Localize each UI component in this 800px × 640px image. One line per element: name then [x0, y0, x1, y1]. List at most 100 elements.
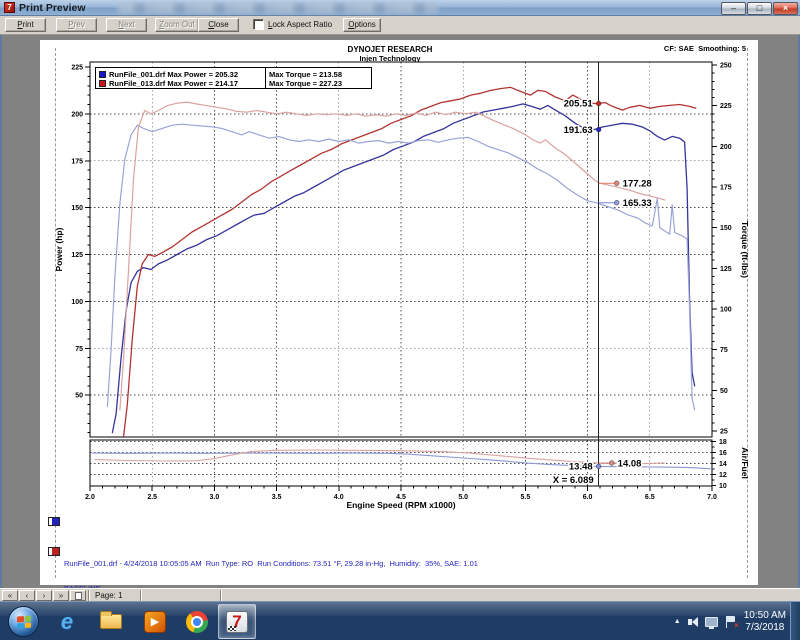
svg-text:50: 50 — [720, 388, 728, 395]
screen: 7 Print Preview – □ × Print Prev Next Zo… — [0, 0, 800, 640]
svg-text:125: 125 — [720, 266, 732, 273]
report-page: DYNOJET RESEARCH Injen Technology CF: SA… — [40, 40, 758, 585]
next-button[interactable]: Next — [106, 18, 147, 32]
last-page-button[interactable]: » — [53, 590, 69, 601]
svg-text:4.0: 4.0 — [334, 494, 344, 501]
taskbar-icon-media-player[interactable]: ▶ — [136, 604, 174, 639]
svg-text:2.0: 2.0 — [85, 494, 95, 501]
system-tray: ▲ × 10:50 AM 7/3/2018 — [674, 602, 786, 640]
svg-text:75: 75 — [720, 347, 728, 354]
svg-text:3.0: 3.0 — [210, 494, 220, 501]
svg-text:200: 200 — [720, 144, 732, 151]
cursor-value-label: 177.28 — [623, 178, 652, 189]
taskbar: e ▶ 7 ▲ × 10:50 AM 7/3/2018 — [0, 601, 800, 640]
svg-text:12: 12 — [719, 472, 727, 479]
prev-page-button[interactable]: ‹ — [19, 590, 35, 601]
page-indicator: Page: 1 — [95, 591, 123, 600]
series-runfile-013-power — [124, 87, 696, 436]
zoom-out-button[interactable]: Zoom Out — [155, 18, 199, 32]
taskbar-icon-dynojet-active[interactable]: 7 — [218, 604, 256, 639]
svg-text:50: 50 — [75, 393, 83, 400]
cursor-value-label: 165.33 — [623, 198, 652, 209]
run1-color-chip — [48, 517, 60, 526]
first-page-button[interactable]: « — [2, 590, 18, 601]
window-title: Print Preview — [19, 2, 86, 14]
svg-text:225: 225 — [720, 103, 732, 110]
svg-text:2.5: 2.5 — [147, 494, 157, 501]
taskbar-icon-internet-explorer[interactable]: e — [48, 604, 86, 639]
svg-text:175: 175 — [71, 158, 83, 165]
svg-text:6.5: 6.5 — [645, 494, 655, 501]
tray-expand-icon[interactable]: ▲ — [674, 618, 681, 625]
clock-time: 10:50 AM — [744, 610, 786, 622]
chart-legend-box: RunFile_001.drf Max Power = 205.32 RunFi… — [95, 67, 372, 89]
legend-run1-file-power: RunFile_001.drf Max Power = 205.32 — [109, 70, 238, 79]
show-desktop-button[interactable] — [790, 602, 800, 640]
blurred-document-path — [118, 3, 438, 13]
legend-run1-torque: Max Torque = 213.58 — [269, 70, 342, 79]
dynojet-app-icon: 7 — [226, 611, 248, 633]
dyno-chart-svg: 2252001751501251007550250225200175150125… — [40, 40, 758, 585]
legend-run2-torque: Max Torque = 227.23 — [269, 79, 342, 88]
taskbar-clock[interactable]: 10:50 AM 7/3/2018 — [744, 610, 786, 634]
close-window-button[interactable]: × — [773, 2, 798, 15]
svg-text:175: 175 — [720, 185, 732, 192]
legend-swatch-run2 — [99, 80, 106, 87]
af-axis-title: Air/Fuel — [740, 447, 750, 479]
taskbar-icon-chrome[interactable] — [178, 604, 216, 639]
status-bar: « ‹ › » Page: 1 — [0, 588, 800, 601]
svg-text:75: 75 — [75, 346, 83, 353]
x-axis-title: Engine Speed (RPM x1000) — [346, 500, 455, 510]
close-preview-button[interactable]: Close — [198, 18, 239, 32]
cursor-value-label: 191.63 — [564, 125, 593, 136]
svg-text:5.0: 5.0 — [458, 494, 468, 501]
cursor-x-label: X = 6.089 — [553, 475, 594, 486]
minimize-button[interactable]: – — [721, 2, 746, 15]
legend-swatch-run1 — [99, 71, 106, 78]
run2-color-chip — [48, 547, 60, 556]
svg-text:3.5: 3.5 — [272, 494, 282, 501]
power-axis-title: Power (hp) — [54, 227, 64, 271]
statusbar-divider — [88, 590, 90, 601]
svg-text:18: 18 — [719, 439, 727, 446]
legend-run2-file-power: RunFile_013.drf Max Power = 214.17 — [109, 79, 238, 88]
statusbar-divider — [140, 590, 142, 601]
svg-text:14: 14 — [719, 461, 727, 468]
svg-text:7.0: 7.0 — [707, 494, 717, 501]
svg-text:125: 125 — [71, 252, 83, 259]
svg-text:150: 150 — [720, 225, 732, 232]
legend-divider — [265, 68, 266, 88]
windows-logo-icon — [17, 616, 31, 629]
chrome-icon — [186, 611, 208, 633]
svg-text:150: 150 — [71, 205, 83, 212]
volume-icon[interactable] — [688, 617, 698, 627]
app-icon: 7 — [4, 2, 15, 13]
cursor-value-label: 14.08 — [618, 458, 642, 469]
options-button[interactable]: Options — [343, 18, 381, 32]
svg-text:25: 25 — [720, 429, 728, 436]
folder-icon — [100, 614, 122, 629]
lock-aspect-ratio-checkbox[interactable] — [253, 19, 264, 30]
series-runfile-013-torque — [120, 102, 665, 410]
page-setup-button[interactable] — [70, 590, 86, 601]
maximize-button[interactable]: □ — [747, 2, 772, 15]
print-preview-toolbar: Print Prev Next Zoom Out Close Lock Aspe… — [0, 16, 800, 35]
taskbar-icon-file-explorer[interactable] — [92, 604, 130, 639]
legend-row: RunFile_001.drf Max Power = 205.32 — [99, 70, 238, 79]
next-page-button[interactable]: › — [36, 590, 52, 601]
svg-text:6.0: 6.0 — [583, 494, 593, 501]
start-button[interactable] — [8, 606, 39, 637]
svg-text:100: 100 — [720, 307, 732, 314]
cursor-value-label: 205.51 — [564, 99, 594, 110]
print-button[interactable]: Print — [5, 18, 46, 32]
action-center-flag-icon[interactable]: × — [725, 616, 737, 628]
network-icon[interactable] — [705, 617, 718, 627]
ie-icon: e — [61, 609, 73, 635]
clock-date: 7/3/2018 — [744, 622, 786, 634]
prev-button[interactable]: Prev — [56, 18, 97, 32]
page-icon — [75, 592, 82, 600]
svg-text:250: 250 — [720, 63, 732, 70]
preview-area: DYNOJET RESEARCH Injen Technology CF: SA… — [0, 35, 800, 588]
title-bar: 7 Print Preview – □ × — [0, 0, 800, 16]
svg-text:5.5: 5.5 — [521, 494, 531, 501]
